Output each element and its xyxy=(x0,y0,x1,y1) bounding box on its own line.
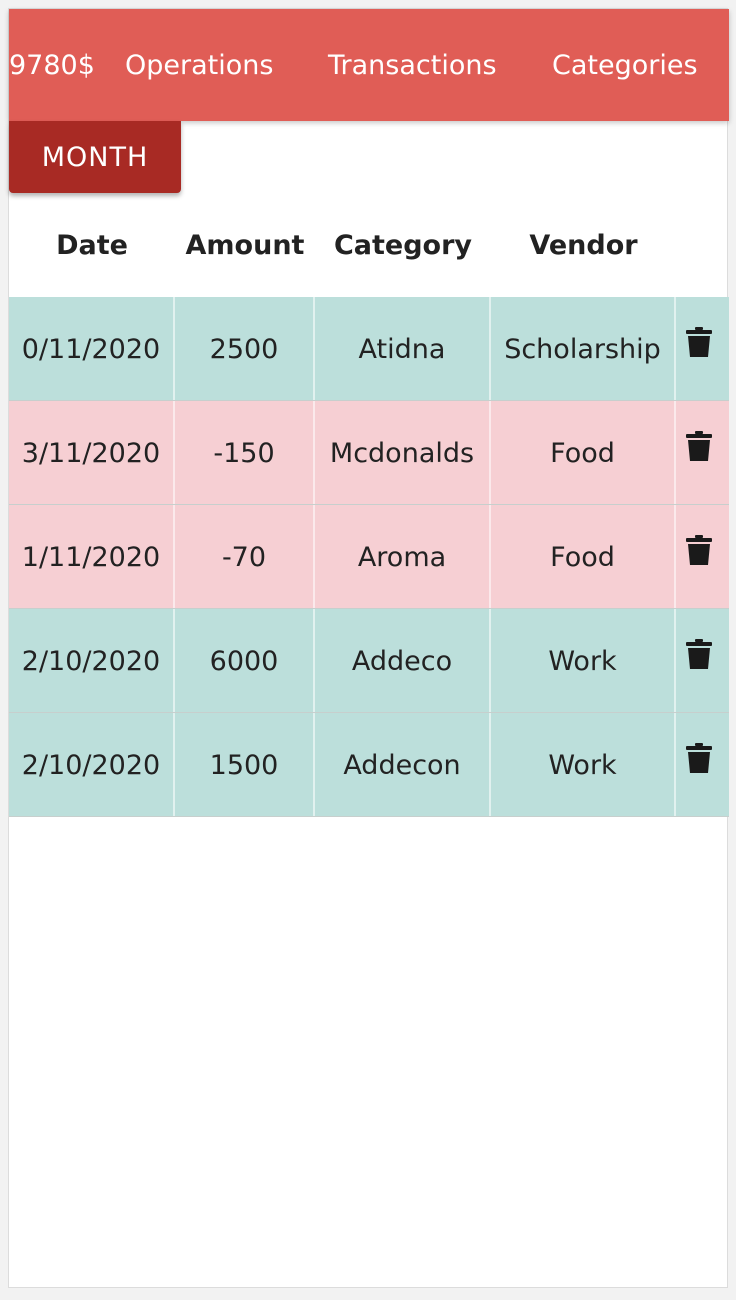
trash-icon[interactable] xyxy=(686,639,712,669)
app-bar: 9780$ Operations Transactions Categories xyxy=(9,9,729,121)
header-category: Category xyxy=(333,230,473,261)
cell-vendor: Food xyxy=(491,505,676,608)
cell-amount: -70 xyxy=(175,505,315,608)
table-row: 2/10/2020 1500 Addecon Work xyxy=(9,713,729,817)
trash-icon[interactable] xyxy=(686,743,712,773)
table-row: 2/10/2020 6000 Addeco Work xyxy=(9,609,729,713)
table-row: 0/11/2020 2500 Atidna Scholarship xyxy=(9,297,729,401)
cell-date: 2/10/2020 xyxy=(9,713,175,816)
cell-amount: 6000 xyxy=(175,609,315,712)
cell-amount: -150 xyxy=(175,401,315,504)
cell-date: 1/11/2020 xyxy=(9,505,175,608)
trash-icon[interactable] xyxy=(686,327,712,357)
cell-category: Mcdonalds xyxy=(315,401,491,504)
app-frame: 9780$ Operations Transactions Categories… xyxy=(8,8,729,1288)
header-vendor: Vendor xyxy=(529,230,638,261)
table-header: Date Amount Category Vendor xyxy=(9,207,729,299)
cell-vendor: Food xyxy=(491,401,676,504)
header-amount: Amount xyxy=(185,230,305,261)
nav-categories-link[interactable]: Categories xyxy=(552,48,698,84)
cell-vendor: Work xyxy=(491,713,676,816)
cell-amount: 1500 xyxy=(175,713,315,816)
cell-amount: 2500 xyxy=(175,297,315,400)
cell-category: Addeco xyxy=(315,609,491,712)
trash-icon[interactable] xyxy=(686,431,712,461)
balance-display: 9780$ xyxy=(9,50,95,81)
nav-operations-link[interactable]: Operations xyxy=(125,48,273,84)
table-row: 3/11/2020 -150 Mcdonalds Food xyxy=(9,401,729,505)
table-row: 1/11/2020 -70 Aroma Food xyxy=(9,505,729,609)
cell-category: Aroma xyxy=(315,505,491,608)
nav-transactions-link[interactable]: Transactions xyxy=(328,48,497,84)
cell-category: Addecon xyxy=(315,713,491,816)
cell-date: 0/11/2020 xyxy=(9,297,175,400)
cell-date: 2/10/2020 xyxy=(9,609,175,712)
cell-vendor: Scholarship xyxy=(491,297,676,400)
cell-date: 3/11/2020 xyxy=(9,401,175,504)
transactions-table-body: 0/11/2020 2500 Atidna Scholarship 3/11/2… xyxy=(9,297,729,817)
month-filter-button[interactable]: MONTH xyxy=(9,121,181,193)
cell-vendor: Work xyxy=(491,609,676,712)
trash-icon[interactable] xyxy=(686,535,712,565)
header-date: Date xyxy=(56,230,128,261)
cell-category: Atidna xyxy=(315,297,491,400)
